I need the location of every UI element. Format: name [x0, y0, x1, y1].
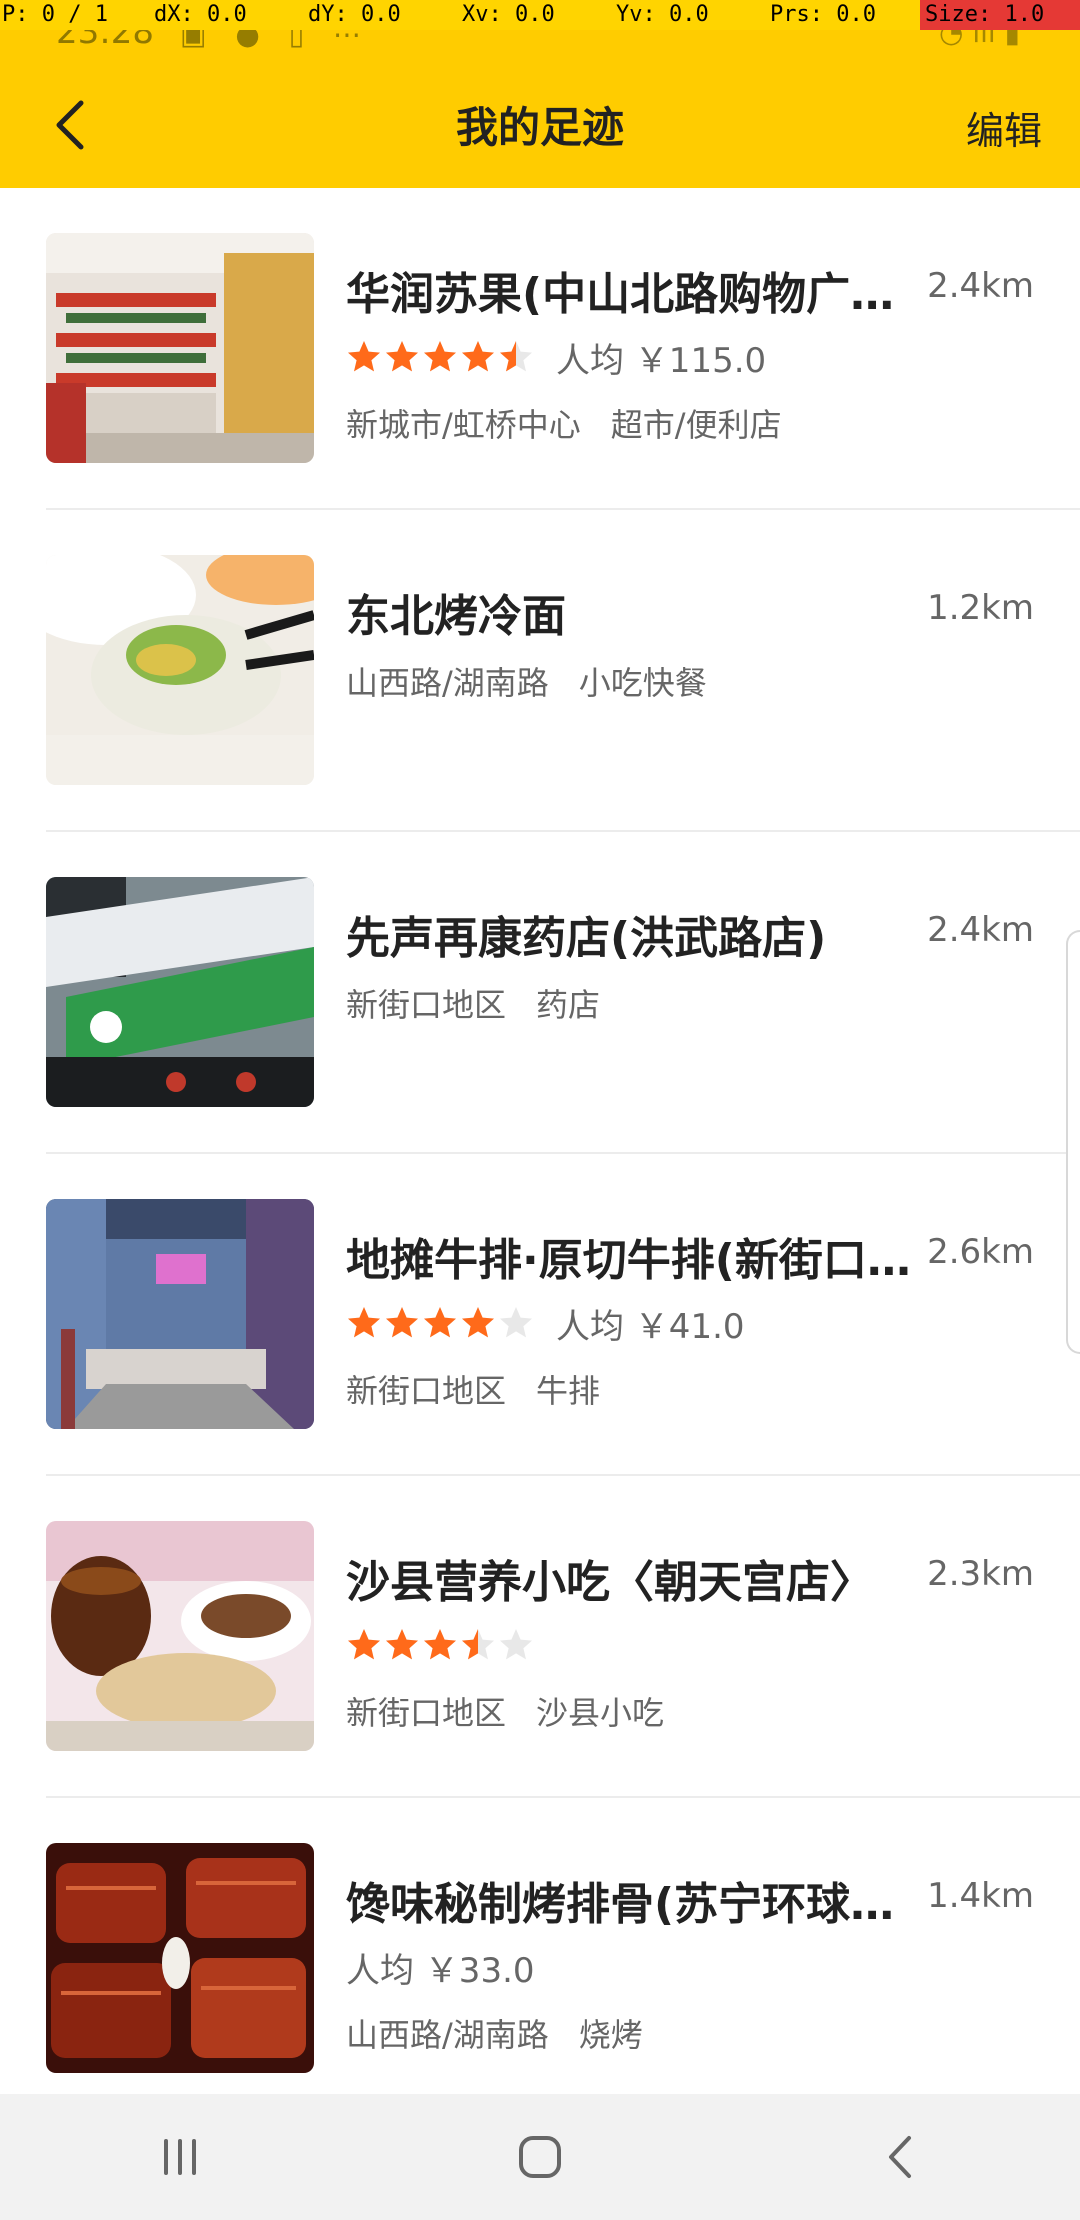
- recent-apps-icon: [164, 2139, 196, 2175]
- home-button[interactable]: [490, 2117, 590, 2197]
- shop-name: 沙县营养小吃〈朝天宫店〉: [346, 1557, 874, 1608]
- avg-price: 人均 ￥41.0: [556, 1306, 745, 1347]
- pointer-debug-overlay: P: 0 / 1 dX: 0.0 dY: 0.0 Xv: 0.0 Yv: 0.0…: [0, 0, 1080, 30]
- shop-name: 东北烤冷面: [346, 591, 566, 642]
- shop-distance: 2.6km: [927, 1232, 1034, 1272]
- list-item[interactable]: 华润苏果(中山北路购物广… 2.4km 人均 ￥115.0 新城市/虹桥中心 超市…: [0, 188, 1080, 510]
- rating-row: 人均 ￥115.0: [346, 336, 766, 381]
- rating-row: 人均 ￥41.0: [346, 1302, 745, 1347]
- shop-name: 先声再康药店(洪武路店): [346, 913, 827, 964]
- shop-category: 牛排: [536, 1372, 601, 1410]
- shop-distance: 1.2km: [927, 588, 1034, 628]
- star-icon: [386, 1629, 418, 1660]
- recent-apps-button[interactable]: [130, 2117, 230, 2197]
- star-icon: [386, 1307, 418, 1338]
- list-item[interactable]: 东北烤冷面 1.2km 山西路/湖南路 小吃快餐: [0, 510, 1080, 832]
- star-icon: [500, 1629, 532, 1660]
- back-icon: [889, 2136, 911, 2178]
- shop-category: 沙县小吃: [536, 1694, 665, 1732]
- star-icon: [462, 1629, 494, 1660]
- shop-meta: 新街口地区 沙县小吃: [346, 1688, 664, 1734]
- shop-distance: 1.4km: [927, 1876, 1034, 1916]
- debug-dx: dX: 0.0: [154, 2, 247, 27]
- list-item[interactable]: 馋味秘制烤排骨(苏宁环球… 1.4km 人均 ￥33.0 山西路/湖南路 烧烤: [0, 1798, 1080, 2120]
- debug-pointer-count: P: 0 / 1: [2, 2, 108, 27]
- debug-xv: Xv: 0.0: [462, 2, 555, 27]
- page-title: 我的足迹: [455, 103, 624, 152]
- debug-yv: Yv: 0.0: [616, 2, 709, 27]
- shop-thumbnail: [46, 233, 314, 463]
- shop-category: 烧烤: [578, 2016, 643, 2054]
- shop-area: 山西路/湖南路: [346, 664, 549, 702]
- shop-thumbnail: [46, 1199, 314, 1429]
- rating-row: [346, 1624, 556, 1666]
- home-icon: [519, 2136, 561, 2178]
- shop-area: 新街口地区: [346, 986, 507, 1024]
- list-item[interactable]: 沙县营养小吃〈朝天宫店〉 2.3km 新街口地区 沙县小吃: [0, 1476, 1080, 1798]
- shop-name: 地摊牛排·原切牛排(新街口…: [346, 1235, 911, 1286]
- star-icon: [348, 1629, 380, 1660]
- star-icon: [424, 1629, 456, 1660]
- footprint-list: 华润苏果(中山北路购物广… 2.4km 人均 ￥115.0 新城市/虹桥中心 超市…: [0, 188, 1080, 2120]
- star-icon: [348, 341, 380, 372]
- star-rating: [346, 1305, 536, 1341]
- star-icon: [386, 341, 418, 372]
- avg-price: 人均 ￥33.0: [346, 1950, 535, 1991]
- nav-back-button[interactable]: [850, 2117, 950, 2197]
- shop-area: 新街口地区: [346, 1694, 507, 1732]
- list-item[interactable]: 地摊牛排·原切牛排(新街口… 2.6km 人均 ￥41.0 新街口地区 牛排: [0, 1154, 1080, 1476]
- edit-button[interactable]: 编辑: [966, 100, 1042, 155]
- star-icon: [424, 341, 456, 372]
- rating-row: 人均 ￥33.0: [346, 1946, 535, 1991]
- shop-meta: 新城市/虹桥中心 超市/便利店: [346, 400, 782, 446]
- debug-size: Size: 1.0: [920, 0, 1080, 30]
- shop-meta: 山西路/湖南路 小吃快餐: [346, 658, 707, 704]
- shop-thumbnail: [46, 1843, 314, 2073]
- shop-meta: 新街口地区 牛排: [346, 1366, 600, 1412]
- shop-name: 馋味秘制烤排骨(苏宁环球…: [346, 1879, 895, 1930]
- star-icon: [462, 1307, 494, 1338]
- star-rating: [346, 1627, 536, 1663]
- debug-dy: dY: 0.0: [308, 2, 401, 27]
- edge-panel-handle[interactable]: [1066, 930, 1080, 1354]
- debug-pressure: Prs: 0.0: [770, 2, 876, 27]
- shop-category: 小吃快餐: [578, 664, 707, 702]
- shop-thumbnail: [46, 555, 314, 785]
- star-rating: [346, 339, 536, 375]
- shop-area: 新街口地区: [346, 1372, 507, 1410]
- star-icon: [462, 341, 494, 372]
- shop-thumbnail: [46, 1521, 314, 1751]
- shop-distance: 2.4km: [927, 266, 1034, 306]
- star-icon: [348, 1307, 380, 1338]
- avg-price: 人均 ￥115.0: [556, 340, 767, 381]
- star-icon: [500, 1307, 532, 1338]
- shop-distance: 2.4km: [927, 910, 1034, 950]
- shop-meta: 新街口地区 药店: [346, 980, 600, 1026]
- star-icon: [424, 1307, 456, 1338]
- shop-category: 药店: [536, 986, 601, 1024]
- star-icon: [500, 341, 532, 372]
- shop-distance: 2.3km: [927, 1554, 1034, 1594]
- shop-area: 山西路/湖南路: [346, 2016, 549, 2054]
- shop-thumbnail: [46, 877, 314, 1107]
- shop-name: 华润苏果(中山北路购物广…: [346, 269, 895, 320]
- shop-meta: 山西路/湖南路 烧烤: [346, 2010, 643, 2056]
- list-item[interactable]: 先声再康药店(洪武路店) 2.4km 新街口地区 药店: [0, 832, 1080, 1154]
- shop-category: 超市/便利店: [610, 406, 782, 444]
- system-nav-bar: [0, 2094, 1080, 2220]
- shop-area: 新城市/虹桥中心: [346, 406, 581, 444]
